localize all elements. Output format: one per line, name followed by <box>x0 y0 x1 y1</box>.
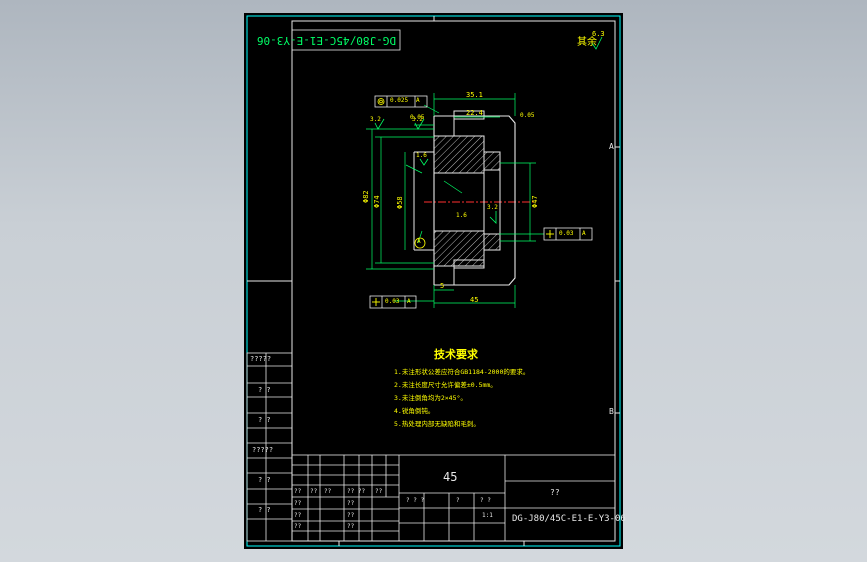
tol-conc: 0.025 <box>390 97 409 104</box>
tb-row-label: ?? <box>347 512 355 519</box>
rough-center: 1.6 <box>416 152 427 159</box>
dim-35-1: 35.1 <box>466 91 483 99</box>
tb-row-label: ?? <box>310 488 318 495</box>
perp-bottom-datum: A <box>407 298 411 305</box>
strip-label: ? ? <box>258 506 271 514</box>
note-line: 5.热处理内部无缺陷和毛刺。 <box>394 420 480 428</box>
tb-row-label: ?? <box>347 500 355 507</box>
zone-a: A <box>609 142 614 151</box>
tb-mid-label: ? ? <box>480 497 491 504</box>
stamp-mirrored: DG-J80/45C-E1-E-Y3-06 <box>256 34 396 47</box>
roughness-rest-value: 6.3 <box>592 30 605 38</box>
tb-row-label: ?? <box>324 488 332 495</box>
datum-ref-a: A <box>416 97 420 104</box>
datum-a-label: A <box>417 238 421 245</box>
tb-row-label: ?? <box>347 523 355 530</box>
dim-phi-58: Φ58 <box>396 196 404 209</box>
tb-mid-label: ? <box>456 497 460 504</box>
strip-label: ????? <box>252 446 274 454</box>
roughness-rest: 其余 <box>577 37 597 48</box>
strip-label: ? ? <box>258 476 271 484</box>
drawing-number: DG-J80/45C-E1-E-Y3-06 <box>512 514 626 524</box>
perp-right-value: 0.03 <box>559 230 574 237</box>
notes-title: 技术要求 <box>434 348 478 361</box>
tb-row-label: ?? <box>294 488 302 495</box>
tol-b: 0.05 <box>520 112 535 119</box>
note-line: 1.未注形状公差应符合GB1184-2000的要求。 <box>394 368 530 376</box>
dim-phi-74: Φ74 <box>373 195 381 208</box>
drawing-sheet: DG-J80/45C-E1-E-Y3-06 其余 6.3 A B 35.1 22… <box>244 13 626 549</box>
rough-mid: 3.2 <box>412 116 423 123</box>
tb-row-label: ?? ?? <box>347 488 366 495</box>
rough-right: 3.2 <box>487 204 498 211</box>
dim-5: 5 <box>440 282 445 290</box>
zone-b: B <box>609 407 614 416</box>
dim-22-4: 22.4 <box>466 109 483 117</box>
dim-phi-82: Φ82 <box>362 190 370 203</box>
strip-label: ? ? <box>258 386 271 394</box>
strip-label: ? ? <box>258 416 271 424</box>
tb-row-label: ?? <box>375 488 383 495</box>
material: 45 <box>443 470 458 484</box>
note-line: 2.未注长度尺寸允许偏差±0.5mm。 <box>394 381 497 389</box>
tb-mid-label: ? ? ? <box>406 497 425 504</box>
strip-label: ????? <box>250 355 272 363</box>
tb-row-label: ?? <box>294 512 302 519</box>
perp-right-datum: A <box>582 230 586 237</box>
rough-left: 3.2 <box>370 116 381 123</box>
drawing-lines <box>246 15 621 547</box>
dim-phi-47: Φ47 <box>531 195 539 208</box>
perp-bottom-value: 0.03 <box>385 298 400 305</box>
scale: 1:1 <box>482 512 493 519</box>
note-line: 4.锐角倒钝。 <box>394 407 435 415</box>
part-name: ?? <box>550 488 560 497</box>
tb-row-label: ?? <box>294 523 302 530</box>
dim-r-1-6: 1.6 <box>456 212 467 219</box>
tb-row-label: ?? <box>294 500 302 507</box>
dim-45: 45 <box>470 296 479 304</box>
note-line: 3.未注倒角均为2×45°。 <box>394 394 467 402</box>
